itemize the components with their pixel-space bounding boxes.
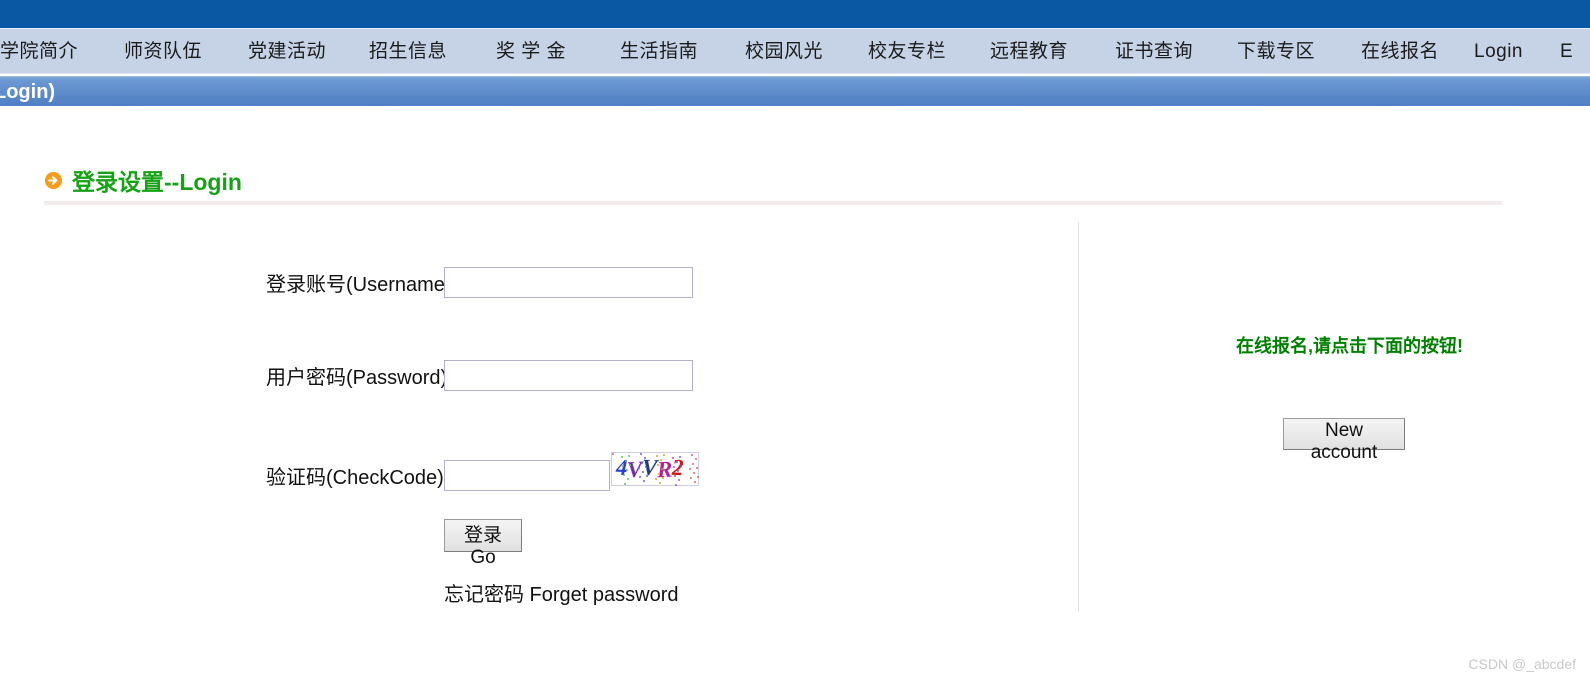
top-blue-strip xyxy=(0,0,1590,28)
nav-item-10[interactable]: 下载专区 xyxy=(1237,29,1315,75)
checkcode-row: 验证码(CheckCode): 4VVR2 xyxy=(266,452,699,492)
username-input[interactable] xyxy=(444,267,693,298)
forget-password-link[interactable]: 忘记密码 Forget password xyxy=(444,578,679,607)
password-label: 用户密码(Password): xyxy=(266,367,453,389)
section-heading: 登录设置--Login xyxy=(44,163,242,197)
nav-item-2[interactable]: 党建活动 xyxy=(248,29,326,75)
checkcode-input[interactable] xyxy=(444,459,610,491)
nav-item-1[interactable]: 师资队伍 xyxy=(124,29,202,75)
username-row: 登录账号(Username): xyxy=(266,267,693,298)
nav-item-8[interactable]: 远程教育 xyxy=(990,29,1068,75)
checkcode-label: 验证码(CheckCode): xyxy=(266,466,450,489)
breadcrumb-bar: Login) xyxy=(0,76,1590,106)
page-title: 登录设置--Login xyxy=(72,169,242,195)
login-submit-button[interactable]: 登录 Go xyxy=(444,519,522,568)
captcha-text: 4VVR2 xyxy=(615,454,683,483)
page-root: 学院简介 师资队伍 党建活动 招生信息 奖 学 金 生活指南 校园风光 校友专栏 远程教育 证书查… xyxy=(0,0,1590,682)
nav-item-11[interactable]: 在线报名 xyxy=(1361,29,1439,75)
heading-divider xyxy=(44,201,1502,205)
nav-item-6[interactable]: 校园风光 xyxy=(745,29,823,75)
captcha-image[interactable]: 4VVR2 xyxy=(611,452,699,486)
main-navigation: 学院简介 师资队伍 党建活动 招生信息 奖 学 金 生活指南 校园风光 校友专栏 远程教育 证书查… xyxy=(0,28,1590,74)
nav-item-12[interactable]: Login xyxy=(1474,29,1523,75)
csdn-watermark: CSDN @_abcdef xyxy=(1468,656,1576,672)
password-input[interactable] xyxy=(444,360,693,391)
nav-item-4[interactable]: 奖 学 金 xyxy=(496,29,566,75)
column-divider xyxy=(1078,222,1079,612)
breadcrumb-text: Login) xyxy=(0,81,56,103)
nav-item-3[interactable]: 招生信息 xyxy=(369,29,447,75)
username-label: 登录账号(Username): xyxy=(266,274,458,296)
new-account-button[interactable]: New account xyxy=(1283,418,1405,463)
online-registration-note: 在线报名,请点击下面的按钮! xyxy=(1236,336,1463,356)
nav-item-0[interactable]: 学院简介 xyxy=(0,29,78,75)
circle-arrow-right-icon xyxy=(44,171,63,190)
nav-item-7[interactable]: 校友专栏 xyxy=(868,29,946,75)
nav-item-5[interactable]: 生活指南 xyxy=(620,29,698,75)
nav-item-9[interactable]: 证书查询 xyxy=(1115,29,1193,75)
password-row: 用户密码(Password): xyxy=(266,360,693,391)
nav-item-13[interactable]: E xyxy=(1560,29,1573,75)
